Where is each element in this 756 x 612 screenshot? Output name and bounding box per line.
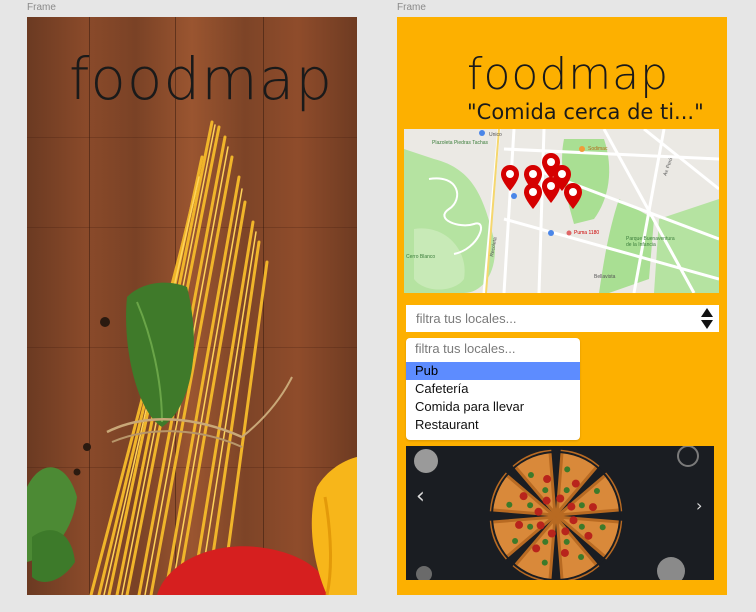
pizza-topping [542,487,549,494]
map-view[interactable]: Plazoleta Piedras Tachas Unico Sodimac P… [404,129,719,293]
map-marker-icon[interactable] [524,183,542,209]
poi-dot [566,230,572,236]
pizza-topping [560,548,569,557]
pizza-topping [567,502,576,511]
pizza-topping [542,538,549,545]
pizza-topping [527,523,534,530]
image-carousel[interactable]: ‹ › [406,446,714,580]
dropdown-option-comida-para-llevar[interactable]: Comida para llevar [406,398,580,416]
pizza-topping [563,487,570,494]
pizza-topping [593,487,600,494]
pizza-topping [541,559,548,566]
pizza-topping [561,527,570,536]
pizza-topping [515,520,524,529]
pizza-topping [569,516,578,525]
pizza-topping [578,553,585,560]
carousel-next-icon[interactable]: › [696,496,702,515]
pizza-topping [584,531,593,540]
map-label: Bellavista [594,274,616,280]
pizza-topping [543,475,552,484]
tagline: "Comida cerca de ti..." [467,100,704,124]
pizza-topping [532,544,541,553]
pizza-topping [571,479,580,488]
pizza-topping [588,503,597,512]
transit-dot [479,130,485,136]
filter-select[interactable]: filtra tus locales... [406,305,719,332]
pizza-topping [599,524,606,531]
dropdown-option-cafeteria[interactable]: Cafetería [406,380,580,398]
main-road [485,129,500,293]
map-label: Plazoleta Piedras Tachas [432,140,489,146]
pizza-topping [506,501,513,508]
frame-label-1: Frame [27,2,56,13]
pizza-topping [534,507,543,516]
poi-dot [579,146,585,152]
frame-label-2: Frame [397,2,426,13]
map-label: Parque Buenaventura de la Infancia [626,236,675,248]
pizza-topping [527,502,534,509]
map-marker-icon[interactable] [501,165,519,191]
map-marker-icon[interactable] [542,177,560,203]
pizza-topping [519,492,528,501]
home-screen: foodmap "Comida cerca de ti..." Plazolet… [397,17,727,595]
pizza-topping [556,494,565,503]
filter-placeholder: filtra tus locales... [416,311,517,326]
transit-dot [511,193,517,199]
dropdown-placeholder: filtra tus locales... [415,341,516,356]
pizza-topping [536,521,545,530]
pizza-image [414,446,699,580]
pizza-topping [547,529,556,538]
map-label: Unico [489,132,502,138]
dropdown-option-pub[interactable]: Pub [406,362,580,380]
location-dot [548,230,554,236]
splash-screen: foodmap [27,17,357,595]
filter-dropdown: filtra tus locales... Pub Cafetería Comi… [406,338,580,440]
pizza-topping [512,538,519,545]
pizza-topping [542,496,551,505]
sort-arrows-icon[interactable] [700,307,714,330]
pizza-topping [578,502,585,509]
home-logo: foodmap [467,49,670,100]
dropdown-option-restaurant[interactable]: Restaurant [406,416,580,434]
map-label: Sodimac [588,146,608,152]
pizza-topping [578,523,585,530]
carousel-prev-icon[interactable]: ‹ [416,484,425,509]
pizza-topping [527,472,534,479]
pizza-topping [564,466,571,473]
map-label: Cerro Blanco [406,254,436,260]
map-label: Puma 1180 [574,230,600,236]
spaghetti-illustration [27,120,357,595]
pizza-topping [563,538,570,545]
